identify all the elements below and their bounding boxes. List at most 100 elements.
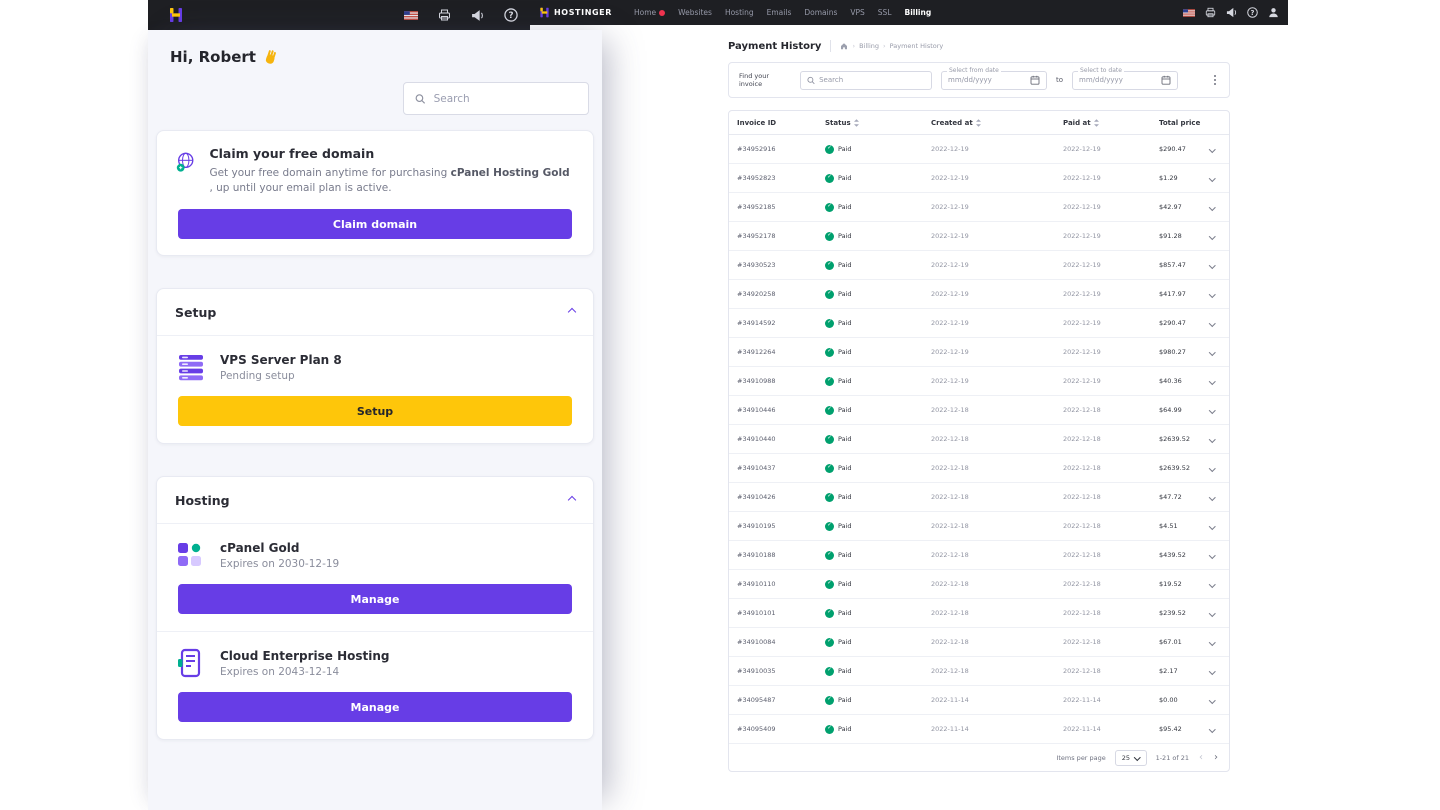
nav-ssl[interactable]: SSL xyxy=(878,8,892,17)
expand-row-button[interactable] xyxy=(1203,524,1221,529)
nav-hosting[interactable]: Hosting xyxy=(725,8,754,17)
expand-row-button[interactable] xyxy=(1203,205,1221,210)
printer-button[interactable] xyxy=(438,9,451,21)
check-icon: ✓ xyxy=(825,145,834,154)
total-price: $67.01 xyxy=(1159,638,1203,646)
status-badge: ✓Paid xyxy=(825,406,931,415)
manage-cpanel-button[interactable]: Manage xyxy=(178,584,572,614)
col-status[interactable]: Status xyxy=(825,119,931,127)
language-flag-button[interactable] xyxy=(404,11,418,20)
hosting-card-title: Hosting xyxy=(175,493,230,508)
expand-row-button[interactable] xyxy=(1203,176,1221,181)
expand-row-button[interactable] xyxy=(1203,727,1221,732)
sort-icon xyxy=(976,119,981,127)
col-invoice-id: Invoice ID xyxy=(737,119,825,127)
invoice-row: #34910101✓Paid2022-12-182022-12-18$239.5… xyxy=(729,599,1229,628)
paid-at: 2022-12-18 xyxy=(1063,580,1159,588)
expand-row-button[interactable] xyxy=(1203,147,1221,152)
expand-row-button[interactable] xyxy=(1203,437,1221,442)
home-icon[interactable] xyxy=(840,42,848,50)
invoice-search-input[interactable] xyxy=(800,71,932,90)
expand-row-button[interactable] xyxy=(1203,234,1221,239)
total-price: $91.28 xyxy=(1159,232,1203,240)
expand-row-button[interactable] xyxy=(1203,466,1221,471)
check-icon: ✓ xyxy=(825,464,834,473)
expand-row-button[interactable] xyxy=(1203,698,1221,703)
paid-at: 2022-12-19 xyxy=(1063,348,1159,356)
created-at: 2022-12-19 xyxy=(931,261,1063,269)
megaphone-icon xyxy=(471,9,484,22)
nav-billing[interactable]: Billing xyxy=(905,8,932,17)
check-icon: ✓ xyxy=(825,377,834,386)
chevron-down-icon xyxy=(1134,754,1140,760)
hosting-item-expiry: Expires on 2043-12-14 xyxy=(220,666,390,678)
greeting: Hi, Robert xyxy=(170,48,279,66)
more-options-button[interactable] xyxy=(1211,72,1219,88)
expand-row-button[interactable] xyxy=(1203,669,1221,674)
help-button[interactable]: ? xyxy=(504,8,518,22)
status-badge: ✓Paid xyxy=(825,435,931,444)
help-button[interactable]: ? xyxy=(1247,7,1258,18)
expand-row-button[interactable] xyxy=(1203,408,1221,413)
page-size-select[interactable]: 25 xyxy=(1115,750,1147,766)
printer-button[interactable] xyxy=(1205,7,1216,18)
chevron-down-icon xyxy=(1209,146,1215,152)
col-created-at[interactable]: Created at xyxy=(931,119,1063,127)
announcements-button[interactable] xyxy=(1226,7,1237,18)
profile-button[interactable] xyxy=(1268,7,1279,18)
expand-row-button[interactable] xyxy=(1203,350,1221,355)
chevron-down-icon xyxy=(1209,697,1215,703)
chevron-down-icon xyxy=(1209,726,1215,732)
nav-domains[interactable]: Domains xyxy=(804,8,837,17)
paid-at: 2022-11-14 xyxy=(1063,696,1159,704)
dashboard-body: Hi, Robert xyxy=(148,30,602,810)
claim-domain-button[interactable]: Claim domain xyxy=(178,209,572,239)
nav-vps[interactable]: VPS xyxy=(850,8,864,17)
nav-emails[interactable]: Emails xyxy=(767,8,792,17)
status-badge: ✓Paid xyxy=(825,464,931,473)
language-flag-button[interactable] xyxy=(1183,9,1195,17)
breadcrumb-billing[interactable]: Billing xyxy=(859,42,879,50)
date-from-input[interactable]: Select from date mm/dd/yyyy xyxy=(941,71,1047,90)
dashboard-search-input[interactable] xyxy=(403,82,589,115)
expand-row-button[interactable] xyxy=(1203,379,1221,384)
expand-row-button[interactable] xyxy=(1203,611,1221,616)
expand-row-button[interactable] xyxy=(1203,553,1221,558)
claim-card-text: Get your free domain anytime for purchas… xyxy=(209,166,575,196)
expand-row-button[interactable] xyxy=(1203,292,1221,297)
status-badge: ✓Paid xyxy=(825,725,931,734)
dashboard-search-field[interactable] xyxy=(434,93,577,105)
expand-row-button[interactable] xyxy=(1203,582,1221,587)
nav-home[interactable]: Home xyxy=(634,8,665,17)
setup-accordion-header[interactable]: Setup xyxy=(157,289,593,336)
status-badge: ✓Paid xyxy=(825,493,931,502)
expand-row-button[interactable] xyxy=(1203,321,1221,326)
next-page-button[interactable]: › xyxy=(1213,753,1219,763)
prev-page-button[interactable]: ‹ xyxy=(1198,753,1204,763)
date-to-input[interactable]: Select to date mm/dd/yyyy xyxy=(1072,71,1178,90)
invoice-id: #34910188 xyxy=(737,551,825,559)
expand-row-button[interactable] xyxy=(1203,495,1221,500)
hostinger-logo-icon[interactable] xyxy=(168,7,184,23)
expand-row-button[interactable] xyxy=(1203,263,1221,268)
invoice-id: #34910035 xyxy=(737,667,825,675)
hosting-accordion-header[interactable]: Hosting xyxy=(157,477,593,524)
invoice-search-field[interactable] xyxy=(819,76,925,84)
nav-websites[interactable]: Websites xyxy=(678,8,712,17)
top-navigation-bar: HOSTINGER HomeWebsitesHostingEmailsDomai… xyxy=(530,0,1288,25)
total-price: $857.47 xyxy=(1159,261,1203,269)
sort-icon xyxy=(1094,119,1099,127)
setup-button[interactable]: Setup xyxy=(178,396,572,426)
total-price: $439.52 xyxy=(1159,551,1203,559)
expand-row-button[interactable] xyxy=(1203,640,1221,645)
announcements-button[interactable] xyxy=(471,9,484,22)
status-badge: ✓Paid xyxy=(825,377,931,386)
date-to-label: Select to date xyxy=(1078,68,1124,74)
manage-cloud-button[interactable]: Manage xyxy=(178,692,572,722)
breadcrumb: › Billing › Payment History xyxy=(830,40,943,52)
invoice-id: #34095409 xyxy=(737,725,825,733)
col-paid-at[interactable]: Paid at xyxy=(1063,119,1159,127)
paid-at: 2022-12-19 xyxy=(1063,232,1159,240)
chevron-down-icon xyxy=(1209,291,1215,297)
calendar-icon xyxy=(1161,75,1171,85)
